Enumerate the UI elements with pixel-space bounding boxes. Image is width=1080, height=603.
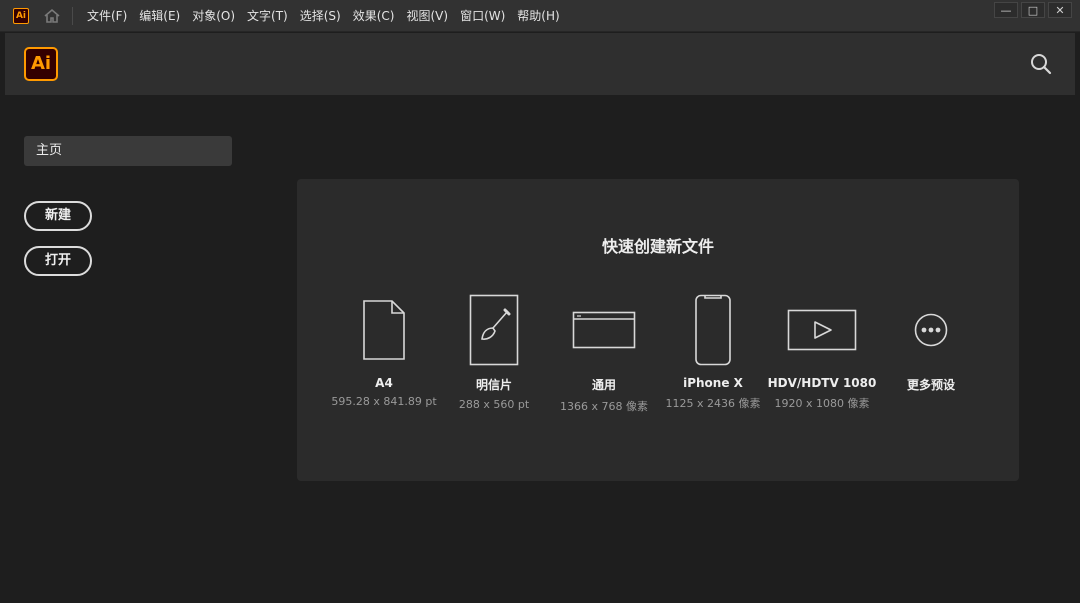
menu-edit[interactable]: 编辑(E) bbox=[133, 7, 186, 24]
menu-bar: Ai 文件(F) 编辑(E) 对象(O) 文字(T) 选择(S) 效果(C) 视… bbox=[0, 0, 1080, 32]
phone-icon bbox=[653, 292, 773, 368]
preset-size: 1920 x 1080 像素 bbox=[774, 397, 870, 410]
search-icon[interactable] bbox=[1029, 52, 1053, 76]
menu-effect[interactable]: 效果(C) bbox=[347, 7, 401, 24]
panel-title: 快速创建新文件 bbox=[601, 237, 714, 256]
preset-name: A4 bbox=[375, 376, 393, 390]
app-logo: Ai bbox=[24, 47, 58, 81]
menu-file[interactable]: 文件(F) bbox=[81, 7, 133, 24]
more-icon bbox=[871, 292, 991, 368]
preset-iphone-x[interactable]: iPhone X 1125 x 2436 像素 bbox=[653, 292, 773, 411]
preset-size: 288 x 560 pt bbox=[458, 398, 530, 411]
menu-object[interactable]: 对象(O) bbox=[186, 7, 241, 24]
menu-type[interactable]: 文字(T) bbox=[241, 7, 294, 24]
preset-name: 通用 bbox=[591, 378, 616, 392]
maximize-button[interactable]: □ bbox=[1021, 2, 1045, 18]
menu-select[interactable]: 选择(S) bbox=[294, 7, 347, 24]
menu-help[interactable]: 帮助(H) bbox=[511, 7, 565, 24]
close-button[interactable]: ✕ bbox=[1048, 2, 1072, 18]
preset-hdv-hdtv[interactable]: HDV/HDTV 1080 1920 x 1080 像素 bbox=[762, 292, 882, 411]
menu-divider bbox=[72, 6, 73, 25]
preset-postcard[interactable]: 明信片 288 x 560 pt bbox=[434, 292, 554, 411]
app-icon: Ai bbox=[13, 7, 29, 24]
preset-name: HDV/HDTV 1080 bbox=[767, 376, 877, 390]
new-button[interactable]: 新建 bbox=[24, 201, 92, 231]
browser-window-icon bbox=[544, 292, 664, 368]
preset-general[interactable]: 通用 1366 x 768 像素 bbox=[544, 292, 664, 414]
menu-view[interactable]: 视图(V) bbox=[400, 7, 454, 24]
preset-name: 明信片 bbox=[475, 378, 512, 392]
preset-size: 1125 x 2436 像素 bbox=[665, 397, 761, 410]
video-icon bbox=[762, 292, 882, 368]
app-header: Ai bbox=[5, 33, 1075, 95]
document-icon bbox=[324, 292, 444, 368]
sidebar-item-home[interactable]: 主页 bbox=[24, 136, 232, 166]
preset-name: 更多预设 bbox=[906, 378, 955, 392]
preset-more[interactable]: 更多预设 bbox=[871, 292, 991, 393]
open-button[interactable]: 打开 bbox=[24, 246, 92, 276]
preset-size: 595.28 x 841.89 pt bbox=[331, 395, 437, 408]
preset-a4[interactable]: A4 595.28 x 841.89 pt bbox=[324, 292, 444, 408]
quick-create-panel: 快速创建新文件 A4 595.28 x 841.89 pt 明信片 288 x … bbox=[297, 179, 1019, 481]
preset-size: 1366 x 768 像素 bbox=[560, 400, 648, 413]
home-icon[interactable] bbox=[41, 5, 63, 27]
menu-window[interactable]: 窗口(W) bbox=[454, 7, 511, 24]
window-controls: — □ ✕ bbox=[994, 2, 1072, 18]
brush-artboard-icon bbox=[434, 292, 554, 368]
minimize-button[interactable]: — bbox=[994, 2, 1018, 18]
preset-name: iPhone X bbox=[683, 376, 743, 390]
